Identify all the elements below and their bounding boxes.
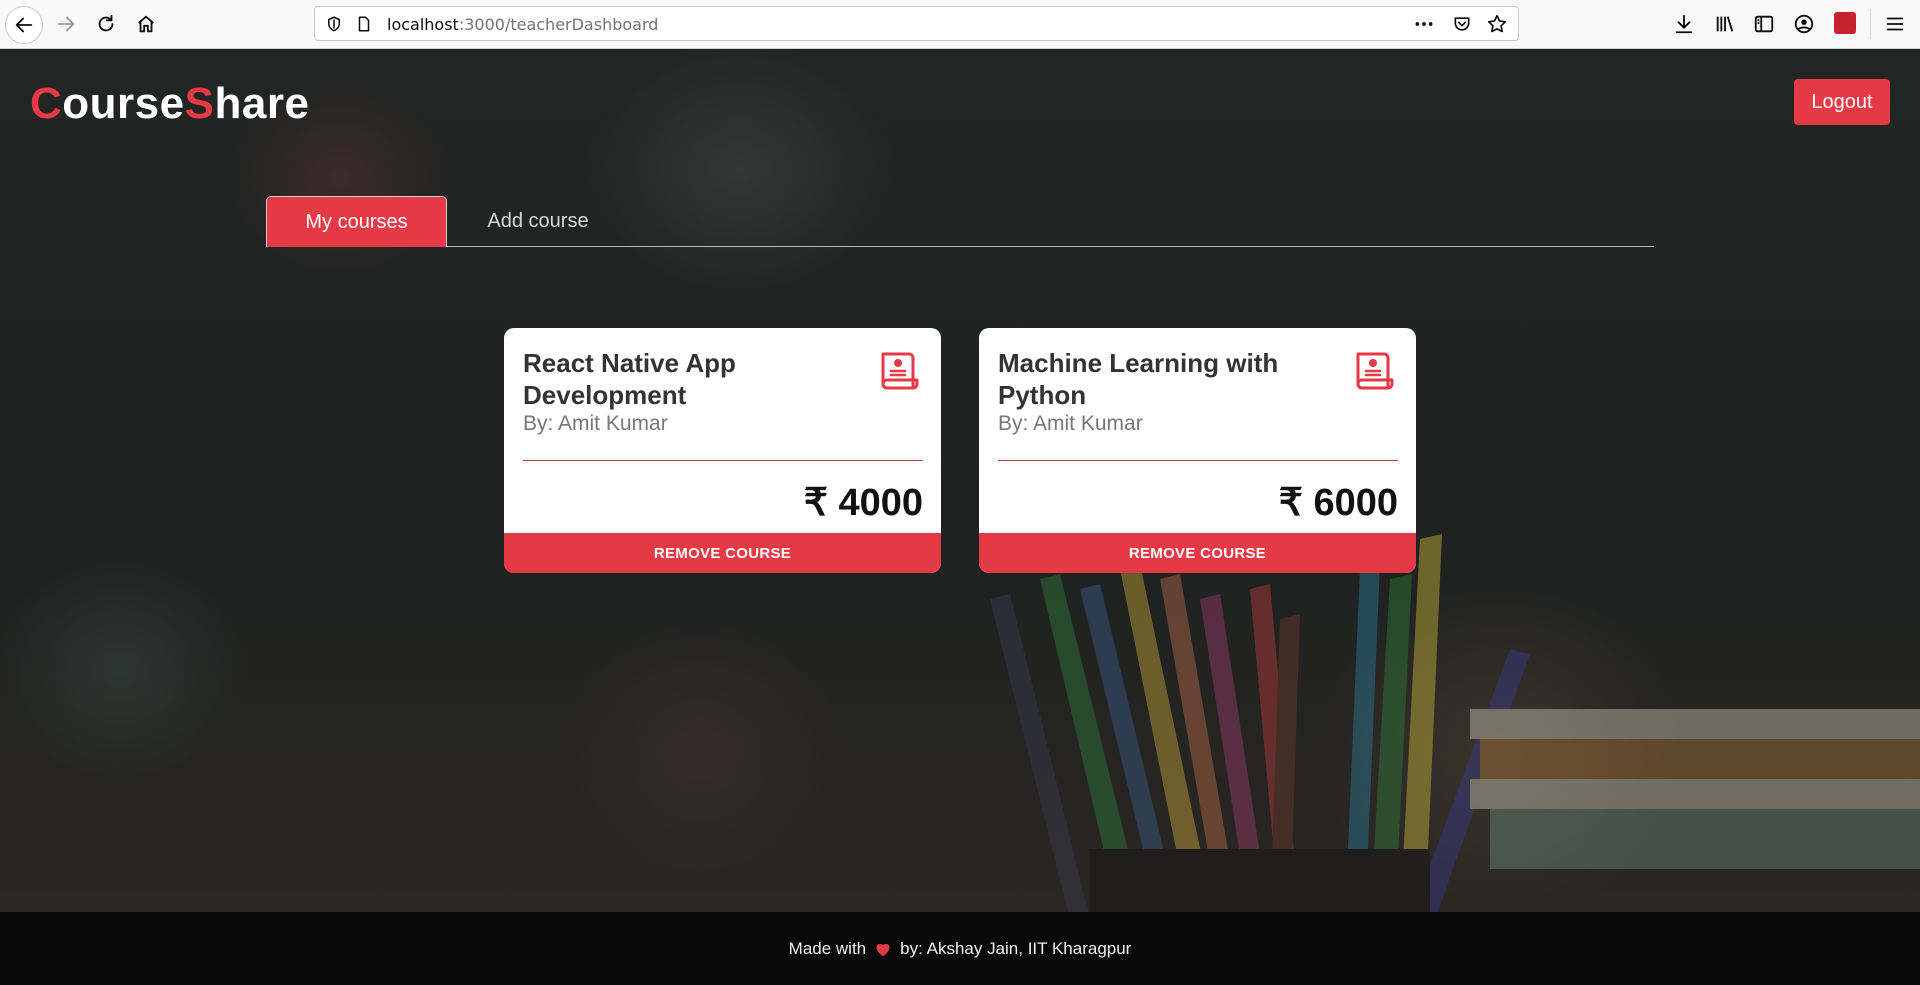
forward-icon: [57, 16, 75, 32]
url-path: :3000/teacherDashboard: [458, 15, 659, 34]
course-title: Machine Learning with Python: [998, 348, 1279, 410]
card-divider: [998, 460, 1398, 461]
library-icon[interactable]: [1713, 13, 1737, 35]
menu-icon[interactable]: [1884, 13, 1906, 35]
account-icon[interactable]: [1793, 13, 1815, 35]
sidebar-icon[interactable]: [1753, 13, 1775, 35]
logo[interactable]: CourseShare: [30, 79, 309, 129]
logo-text-ourse: ourse: [62, 79, 185, 128]
course-price: ₹ 6000: [1278, 482, 1398, 524]
course-author: By: Amit Kumar: [523, 412, 668, 435]
tab-add-course[interactable]: Add course: [447, 196, 629, 247]
logo-text-hare: hare: [214, 79, 310, 128]
footer-made-with: Made with: [788, 938, 867, 958]
tab-bar: My courses Add course: [266, 196, 1654, 247]
card-divider: [523, 460, 923, 461]
more-icon[interactable]: [1414, 17, 1434, 31]
page-icon[interactable]: [355, 15, 373, 33]
logout-button[interactable]: Logout: [1794, 79, 1890, 125]
reload-icon: [98, 14, 114, 32]
extension-icon[interactable]: [1834, 12, 1856, 34]
course-author: By: Amit Kumar: [998, 412, 1143, 435]
footer-credit: by: Akshay Jain, IIT Kharagpur: [900, 938, 1132, 958]
pocket-icon[interactable]: [1452, 14, 1472, 34]
logo-initial-s: S: [184, 79, 215, 128]
shield-icon[interactable]: [325, 15, 343, 33]
course-price: ₹ 4000: [803, 482, 923, 524]
star-icon[interactable]: [1486, 13, 1508, 35]
course-card: React Native App Development By: Amit Ku…: [504, 328, 941, 573]
download-icon[interactable]: [1673, 13, 1695, 35]
url-bar[interactable]: localhost:3000/teacherDashboard: [314, 6, 1519, 41]
course-title: React Native App Development: [523, 348, 736, 410]
back-button[interactable]: [5, 6, 43, 44]
url-text[interactable]: localhost:3000/teacherDashboard: [387, 15, 658, 34]
back-icon: [15, 17, 33, 33]
home-icon: [138, 15, 154, 33]
tab-my-courses[interactable]: My courses: [266, 196, 447, 247]
url-host: localhost: [387, 15, 459, 34]
reload-button[interactable]: [89, 8, 123, 40]
certificate-scroll-icon: [881, 352, 919, 390]
logo-initial-c: C: [30, 79, 63, 128]
page-background: CourseShare Logout My courses Add course…: [0, 49, 1920, 912]
browser-toolbar: localhost:3000/teacherDashboard: [0, 0, 1920, 49]
forward-button[interactable]: [49, 8, 83, 40]
certificate-scroll-icon: [1356, 352, 1394, 390]
remove-course-button[interactable]: REMOVE COURSE: [504, 533, 941, 573]
course-card: Machine Learning with Python By: Amit Ku…: [979, 328, 1416, 573]
pencils-background-image: [990, 534, 1920, 912]
remove-course-button[interactable]: REMOVE COURSE: [979, 533, 1416, 573]
footer: Made with by: Akshay Jain, IIT Kharagpur: [0, 912, 1920, 985]
toolbar-separator: [1870, 9, 1871, 39]
heart-icon: [876, 943, 890, 956]
home-button[interactable]: [129, 8, 163, 40]
